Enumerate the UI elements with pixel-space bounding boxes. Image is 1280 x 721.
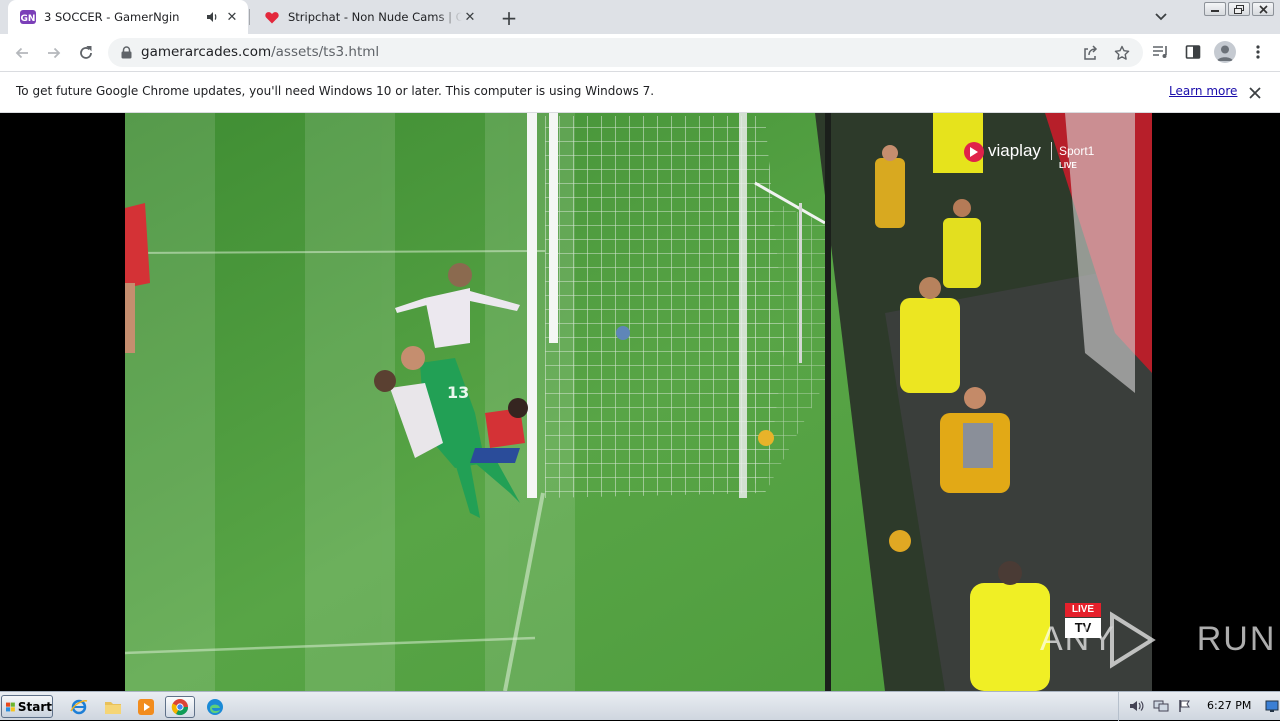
profile-avatar-icon[interactable] (1214, 41, 1236, 63)
close-tab-icon[interactable]: ✕ (224, 9, 240, 25)
viaplay-icon (964, 142, 984, 162)
reload-icon[interactable] (73, 40, 99, 66)
live-tag: LIVE (1059, 161, 1077, 170)
star-icon[interactable] (1113, 44, 1131, 62)
watermark-text: ANY RUN (1040, 620, 1277, 658)
learn-more-link[interactable]: Learn more (1169, 84, 1237, 98)
video-player[interactable]: 13 viaplay Sport1 LIVE LIVE TV (125, 113, 1152, 691)
network-icon[interactable] (1153, 698, 1169, 714)
video-frame: 13 (125, 113, 1152, 691)
side-panel-icon[interactable] (1183, 42, 1203, 62)
update-infobar: To get future Google Chrome updates, you… (0, 71, 1280, 113)
tab-gamerngin[interactable]: GN 3 SOCCER - GamerNgin ✕ (8, 0, 248, 34)
chevron-down-icon[interactable] (1152, 9, 1170, 25)
broadcaster-name: viaplay (988, 141, 1041, 160)
minimize-button[interactable] (1204, 2, 1226, 16)
broadcaster-logo: viaplay Sport1 LIVE (963, 139, 1113, 173)
forward-arrow-icon[interactable] (41, 40, 67, 66)
file-explorer-icon[interactable] (102, 696, 124, 718)
page-content: 13 viaplay Sport1 LIVE LIVE TV ANY RUN (0, 113, 1280, 691)
url-path: /assets/ts3.html (271, 44, 380, 60)
channel-name: Sport1 (1059, 144, 1095, 158)
start-label: Start (17, 699, 52, 714)
volume-icon[interactable] (1129, 698, 1145, 714)
media-player-icon[interactable] (135, 696, 157, 718)
heart-icon (264, 9, 280, 25)
close-window-button[interactable] (1252, 2, 1274, 16)
chrome-taskbar-icon[interactable] (165, 696, 195, 718)
speaker-icon[interactable] (204, 9, 220, 25)
taskbar-clock[interactable]: 6:27 PM (1207, 699, 1251, 712)
windows-taskbar: Start 6:27 PM (0, 691, 1280, 721)
window-controls (1204, 2, 1274, 16)
gamerngin-icon: GN (20, 9, 36, 25)
edge-icon[interactable] (204, 696, 226, 718)
close-tab-icon[interactable]: ✕ (462, 9, 478, 25)
close-icon[interactable] (1246, 84, 1264, 102)
shirt-number: 13 (447, 383, 469, 402)
media-controls-icon[interactable] (1151, 42, 1171, 62)
url-host: gamerarcades.com (141, 44, 272, 60)
share-icon[interactable] (1081, 44, 1099, 62)
watermark: ANY RUN (1040, 610, 1277, 670)
tab-strip: GN 3 SOCCER - GamerNgin ✕ Stripchat - No… (0, 0, 1280, 34)
internet-explorer-icon[interactable] (68, 696, 90, 718)
infobar-message: To get future Google Chrome updates, you… (16, 84, 655, 98)
tab-title: 3 SOCCER - GamerNgin (44, 10, 180, 24)
action-center-flag-icon[interactable] (1177, 698, 1193, 714)
lock-icon[interactable] (119, 45, 133, 60)
kebab-menu-icon[interactable] (1248, 42, 1268, 62)
new-tab-button[interactable]: + (498, 6, 520, 30)
url-text[interactable]: gamerarcades.com/assets/ts3.html (141, 44, 379, 60)
show-desktop-icon[interactable] (1265, 698, 1279, 712)
address-bar[interactable]: gamerarcades.com/assets/ts3.html (108, 38, 1143, 67)
restore-button[interactable] (1228, 2, 1250, 16)
start-button[interactable]: Start (1, 695, 53, 718)
back-arrow-icon[interactable] (9, 40, 35, 66)
browser-toolbar: gamerarcades.com/assets/ts3.html (0, 34, 1280, 71)
svg-text:GN: GN (21, 14, 36, 24)
tab-title: Stripchat - Non Nude Cams | Chat wi (288, 10, 462, 24)
system-tray: 6:27 PM (1118, 692, 1280, 721)
logo-divider (1051, 142, 1052, 160)
windows-flag-icon (6, 702, 15, 711)
tab-divider (249, 9, 250, 25)
tab-stripchat[interactable]: Stripchat - Non Nude Cams | Chat wi ✕ (252, 0, 486, 34)
